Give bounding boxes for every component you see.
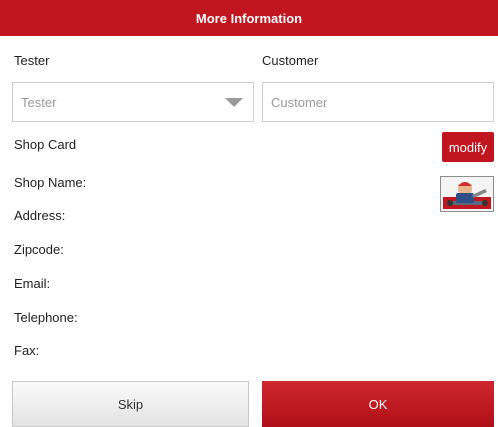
customer-label: Customer	[262, 53, 319, 68]
tester-dropdown-value: Tester	[21, 94, 57, 110]
shop-name-label: Shop Name:	[14, 175, 87, 190]
modify-button[interactable]: modify	[442, 132, 494, 162]
customer-input-placeholder: Customer	[271, 94, 328, 110]
dialog-title: More Information	[0, 0, 498, 36]
address-label: Address:	[14, 208, 66, 223]
tester-dropdown[interactable]: Tester	[12, 82, 254, 122]
zipcode-label: Zipcode:	[14, 242, 64, 257]
shop-logo-image[interactable]	[440, 176, 494, 212]
telephone-label: Telephone:	[14, 310, 78, 325]
email-label: Email:	[14, 276, 51, 291]
customer-input[interactable]: Customer	[262, 82, 494, 122]
shop-card-label: Shop Card	[14, 137, 77, 152]
fax-label: Fax:	[14, 343, 40, 358]
tester-label: Tester	[14, 53, 50, 68]
more-information-dialog: More Information Tester Customer Tester …	[0, 0, 498, 427]
mechanic-icon	[441, 177, 493, 211]
chevron-down-icon	[225, 98, 243, 107]
skip-button[interactable]: Skip	[12, 381, 249, 427]
ok-button[interactable]: OK	[262, 381, 494, 427]
